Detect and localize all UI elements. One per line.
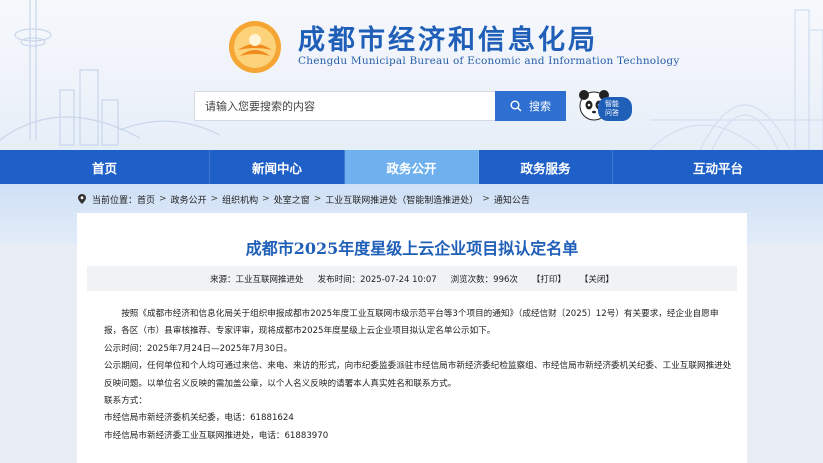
bureau-logo (229, 21, 281, 73)
article-paragraph: 公示时间：2025年7月24日—2025年7月30日。 (104, 341, 734, 358)
article-card: 成都市2025年度星级上云企业项目拟认定名单 来源：工业互联网推进处 发布时间：… (77, 213, 747, 463)
breadcrumb-gov-affairs[interactable]: 政务公开 (171, 193, 207, 206)
article-paragraph: 公示期间，任何单位和个人均可通过来信、来电、来访的形式，向市纪委监委派驻市经信局… (104, 358, 734, 393)
paragraph-text: 公示时间：2025年7月24日—2025年7月30日。 (104, 343, 293, 354)
close-link[interactable]: 【关闭】 (580, 273, 614, 285)
paragraph-text: 按照《成都市经济和信息化局关于组织申报成都市2025年度工业互联网市级示范平台等… (104, 309, 719, 337)
breadcrumb-separator: > (262, 194, 270, 204)
search-button-label: 搜索 (529, 100, 551, 113)
main-nav: 首页 新闻中心 政务公开 政务服务 互动平台 (0, 150, 823, 184)
article-meta-bar: 来源：工业互联网推进处 发布时间：2025-07-24 10:07 浏览次数：9… (87, 266, 737, 291)
breadcrumb-department-window[interactable]: 处室之窗 (274, 193, 310, 206)
paragraph-text: 公示期间，任何单位和个人均可通过来信、来电、来访的形式，向市纪委监委派驻市经信局… (104, 361, 732, 389)
nav-item-news[interactable]: 新闻中心 (210, 150, 345, 184)
nav-item-services[interactable]: 政务服务 (479, 150, 613, 184)
nav-item-home[interactable]: 首页 (0, 150, 210, 184)
article-paragraph: 市经信局市新经济委机关纪委，电话：61881624 (104, 410, 734, 427)
site-title: 成都市经济和信息化局 (298, 25, 598, 56)
article-paragraph: 联系方式： (104, 393, 734, 410)
breadcrumb: 当前位置： 首页 > 政务公开 > 组织机构 > 处室之窗 > 工业互联网推进处… (78, 192, 530, 206)
article-paragraph: 市经信局市新经济委工业互联网推进处，电话：61883970 (104, 428, 734, 445)
article-title: 成都市2025年度星级上云企业项目拟认定名单 (245, 239, 579, 258)
breadcrumb-separator: > (159, 194, 167, 204)
article-body: 按照《成都市经济和信息化局关于组织申报成都市2025年度工业互联网市级示范平台等… (104, 306, 734, 445)
print-link[interactable]: 【打印】 (532, 273, 566, 285)
smart-qa-label-2: 问答 (605, 109, 619, 117)
article-view-count: 浏览次数：996次 (450, 274, 518, 285)
search-input[interactable] (194, 91, 495, 121)
breadcrumb-organization[interactable]: 组织机构 (222, 193, 258, 206)
site-header: 成都市经济和信息化局 Chengdu Municipal Bureau of E… (0, 0, 823, 150)
article-source: 来源：工业互联网推进处 (210, 274, 304, 285)
smart-qa-label-1: 智能 (605, 100, 619, 108)
breadcrumb-notices[interactable]: 通知公告 (494, 193, 530, 206)
article-published-time: 发布时间：2025-07-24 10:07 (317, 274, 437, 285)
breadcrumb-prefix: 当前位置： (92, 195, 138, 206)
nav-item-interaction[interactable]: 互动平台 (613, 150, 823, 184)
breadcrumb-industrial-internet-office[interactable]: 工业互联网推进处（智能制造推进处） (325, 193, 478, 206)
breadcrumb-home[interactable]: 首页 (137, 193, 155, 206)
search-icon (510, 100, 522, 112)
breadcrumb-separator: > (210, 194, 219, 204)
search-button[interactable]: 搜索 (495, 91, 566, 121)
nav-item-gov-affairs[interactable]: 政务公开 (345, 150, 479, 184)
smart-qa-badge[interactable]: 智能 问答 (598, 97, 632, 121)
location-pin-icon (78, 194, 86, 204)
breadcrumb-separator: > (482, 194, 490, 204)
paragraph-text: 市经信局市新经济委工业互联网推进处，电话：61883970 (104, 430, 329, 441)
breadcrumb-separator: > (313, 194, 322, 204)
site-subtitle: Chengdu Municipal Bureau of Economic and… (298, 55, 680, 67)
paragraph-text: 联系方式： (104, 396, 147, 407)
paragraph-text: 市经信局市新经济委机关纪委，电话：61881624 (104, 413, 294, 424)
article-paragraph: 按照《成都市经济和信息化局关于组织申报成都市2025年度工业互联网市级示范平台等… (104, 306, 734, 341)
